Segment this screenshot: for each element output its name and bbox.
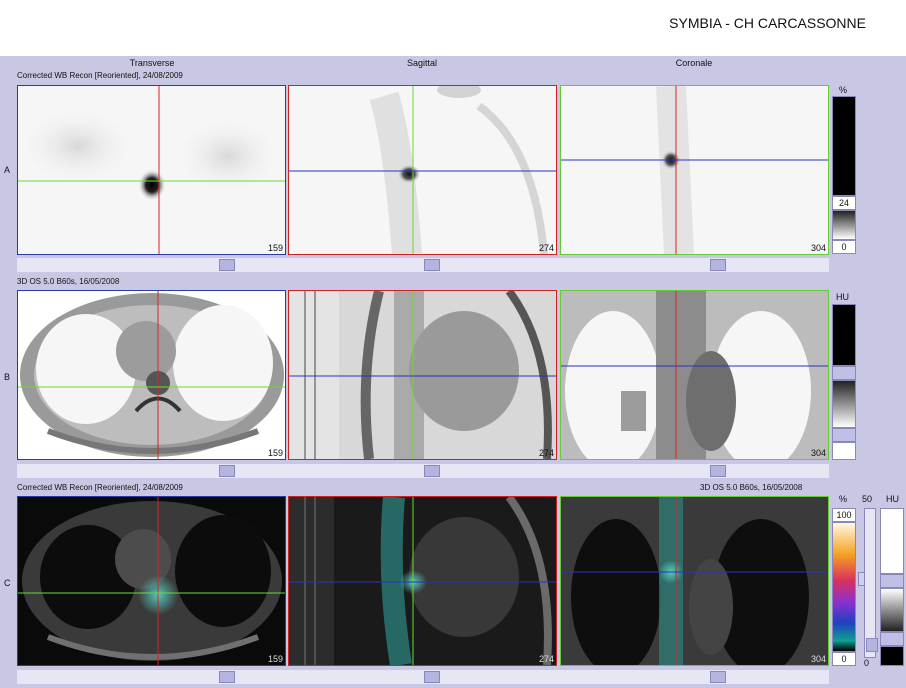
scale-c-ct-white	[880, 508, 904, 574]
scale-c-min-value[interactable]: 0	[832, 652, 856, 666]
viewport-c-sagittal[interactable]: 274	[288, 496, 557, 666]
scroll-thumb-transverse[interactable]	[219, 465, 235, 477]
site-name: SYMBIA - CH CARCASSONNE	[669, 15, 866, 31]
scrollbar-a[interactable]	[17, 258, 829, 272]
column-label-coronal: Coronale	[675, 58, 713, 68]
scroll-thumb-sagittal[interactable]	[424, 465, 440, 477]
scale-a-colorbar	[832, 96, 856, 196]
scale-b-colorbar	[832, 304, 856, 366]
scale-b-upper-handle[interactable]	[832, 366, 856, 380]
scale-b-gradient	[832, 380, 856, 428]
viewport-a-coronal[interactable]: 304	[560, 85, 829, 255]
row-a-title: Corrected WB Recon [Reoriented], 24/08/2…	[17, 71, 183, 80]
fusion-coronal-image	[561, 497, 828, 665]
pet-transverse-image	[18, 86, 285, 254]
scroll-thumb-coronal[interactable]	[710, 671, 726, 683]
row-c-title-left: Corrected WB Recon [Reoriented], 24/08/2…	[17, 483, 183, 492]
ct-coronal-image	[561, 291, 828, 459]
row-b-letter: B	[4, 372, 11, 382]
scroll-thumb-coronal[interactable]	[710, 259, 726, 271]
scroll-thumb-transverse[interactable]	[219, 671, 235, 683]
scale-c-ct-black	[880, 646, 904, 666]
scale-c-unit-hu: HU	[886, 494, 899, 504]
viewport-b-sagittal[interactable]: 274	[288, 290, 557, 460]
scrollbar-c[interactable]	[17, 670, 829, 684]
viewport-c-transverse[interactable]: 159	[17, 496, 286, 666]
scrollbar-b[interactable]	[17, 464, 829, 478]
scale-b-unit: HU	[836, 292, 849, 302]
scale-c-ct-upper-handle[interactable]	[880, 574, 904, 588]
slice-number: 304	[810, 243, 826, 253]
scale-a-unit: %	[839, 85, 848, 95]
scale-c-unit-window: 50	[862, 494, 873, 504]
viewport-a-transverse[interactable]: 159	[17, 85, 286, 255]
slice-number: 159	[267, 243, 283, 253]
scale-c-unit-percent: %	[839, 494, 848, 504]
scale-c-pet-colorbar	[832, 522, 856, 652]
scroll-thumb-transverse[interactable]	[219, 259, 235, 271]
row-a-letter: A	[4, 165, 11, 175]
viewport-b-transverse[interactable]: 159	[17, 290, 286, 460]
scroll-thumb-sagittal[interactable]	[424, 671, 440, 683]
title-bar: SYMBIA - CH CARCASSONNE	[0, 0, 906, 56]
fusion-sagittal-image	[289, 497, 556, 665]
row-c-title-right: 3D OS 5.0 B60s, 16/05/2008	[700, 483, 803, 492]
slice-number: 274	[538, 654, 554, 664]
ct-transverse-image	[18, 291, 285, 459]
viewport-b-coronal[interactable]: 304	[560, 290, 829, 460]
scale-b-lower-handle[interactable]	[832, 428, 856, 442]
slice-number: 159	[267, 654, 283, 664]
viewport-a-sagittal[interactable]: 274	[288, 85, 557, 255]
fusion-transverse-image	[18, 497, 285, 665]
slice-number: 304	[810, 448, 826, 458]
scale-a-upper-value[interactable]: 24	[832, 196, 856, 210]
slice-number: 159	[267, 448, 283, 458]
scale-c-blend-thumb[interactable]	[866, 638, 878, 652]
scale-a-gradient	[832, 210, 856, 240]
scale-c-ct-lower-handle[interactable]	[880, 632, 904, 646]
column-label-sagittal: Sagittal	[406, 58, 438, 68]
pet-coronal-image	[561, 86, 828, 254]
scale-a-lower-value[interactable]: 0	[832, 240, 856, 254]
slice-number: 304	[810, 654, 826, 664]
scale-b-white	[832, 442, 856, 460]
column-label-transverse: Transverse	[129, 58, 175, 68]
scale-c-bottom-value: 0	[864, 658, 870, 668]
scale-c-ct-gradient	[880, 588, 904, 632]
slice-number: 274	[538, 243, 554, 253]
scale-c-blend-slider[interactable]	[864, 508, 876, 658]
viewport-c-coronal[interactable]: 304	[560, 496, 829, 666]
scroll-thumb-coronal[interactable]	[710, 465, 726, 477]
scale-c-max-value[interactable]: 100	[832, 508, 856, 522]
row-b-title: 3D OS 5.0 B60s, 16/05/2008	[17, 277, 120, 286]
pet-sagittal-image	[289, 86, 556, 254]
scroll-thumb-sagittal[interactable]	[424, 259, 440, 271]
ct-sagittal-image	[289, 291, 556, 459]
slice-number: 274	[538, 448, 554, 458]
row-c-letter: C	[4, 578, 11, 588]
